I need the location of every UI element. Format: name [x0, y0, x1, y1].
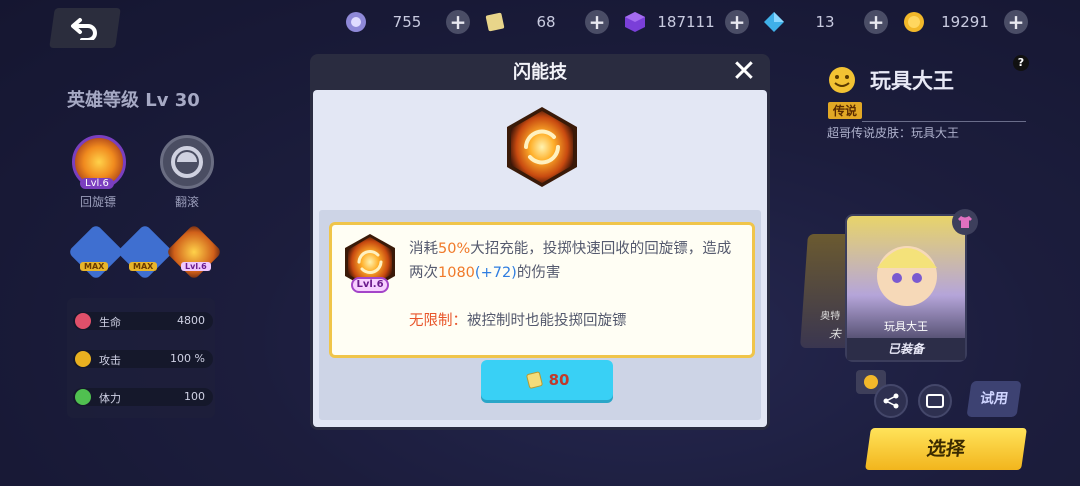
screen-icon: [926, 394, 944, 408]
fullscreen-button[interactable]: [918, 384, 952, 418]
add-cube-button[interactable]: +: [725, 10, 749, 34]
add-ticket-button[interactable]: +: [585, 10, 609, 34]
shirt-icon[interactable]: [952, 209, 978, 235]
level-tag: Lvl.6: [181, 262, 211, 271]
select-button[interactable]: 选择: [865, 428, 1027, 470]
skill-level-badge: Lvl.6: [351, 277, 389, 293]
hero-level: 英雄等级 Lv 30: [67, 90, 200, 111]
resource-value: 13: [815, 13, 835, 31]
dialog-body: Lvl.6 消耗50%大招充能，投掷快速回收的回旋镖，造成两次1080(+72)…: [313, 90, 767, 427]
smiley-emblem-icon: [829, 67, 855, 93]
try-button[interactable]: 试用: [966, 381, 1022, 417]
resource-value: 19291: [941, 13, 989, 31]
ticket-card-icon: [526, 371, 543, 389]
resource-value: 187111: [657, 13, 715, 31]
energy-orb-icon: [344, 10, 368, 34]
unlimited-note: 无限制：被控制时也能投掷回旋镖: [409, 313, 627, 329]
lightning-icon: [75, 389, 91, 405]
resource-value: 755: [392, 13, 422, 31]
stat-row-attack: 攻击 100 %: [73, 350, 213, 368]
equipped-label: 已装备: [847, 338, 965, 360]
attack-burst-icon: [75, 351, 91, 367]
boomerang-skill-icon: [507, 107, 577, 187]
gold-coin-icon: [902, 10, 926, 34]
skill-description: 消耗50%大招充能，投掷快速回收的回旋镖，造成两次1080(+72)的伤害: [409, 241, 732, 281]
resource-coin: 19291 +: [902, 8, 1028, 36]
stat-row-stamina: 体力 100: [73, 388, 213, 406]
share-icon: [883, 393, 899, 409]
skill-level-badge: Lvl.6: [80, 178, 114, 189]
back-button[interactable]: [49, 8, 121, 48]
help-button[interactable]: ?: [1013, 55, 1029, 71]
max-tag: MAX: [80, 262, 109, 271]
upgrade-cost-value: 80: [548, 371, 570, 389]
stats-panel: 生命 4800 攻击 100 % 体力 100: [67, 298, 215, 418]
ticket-card-icon: [483, 10, 507, 34]
dialog-title: 闪能技: [513, 62, 567, 83]
skin-description: 超哥传说皮肤：玩具大王: [827, 126, 960, 140]
back-arrow-icon: [71, 18, 97, 40]
resource-value: 68: [536, 13, 556, 31]
blue-diamond-icon: [762, 10, 786, 34]
skill-roll-icon[interactable]: [160, 135, 214, 189]
divider: [862, 121, 1026, 122]
heart-icon: [75, 313, 91, 329]
skin-card-selected[interactable]: 玩具大王 已装备: [845, 214, 967, 362]
add-coin-button[interactable]: +: [1004, 10, 1028, 34]
resource-ticket: 68 +: [483, 8, 609, 36]
add-energy-button[interactable]: +: [446, 10, 470, 34]
skill-description-box: Lvl.6 消耗50%大招充能，投掷快速回收的回旋镖，造成两次1080(+72)…: [329, 222, 755, 358]
resource-cube: 187111 +: [623, 8, 749, 36]
skin-name: 玩具大王: [870, 69, 954, 93]
resource-diamond: 13 +: [762, 8, 888, 36]
skill-boomerang-label: 回旋镖: [79, 195, 116, 209]
resource-energy: 755 +: [344, 8, 470, 36]
hero-portrait-icon: [877, 246, 937, 306]
skill-roll-label: 翻滚: [174, 195, 199, 209]
skill-detail-panel: Lvl.6 消耗50%大招充能，投掷快速回收的回旋镖，造成两次1080(+72)…: [319, 210, 761, 420]
stat-row-health: 生命 4800: [73, 312, 213, 330]
upgrade-cost-button[interactable]: 80: [481, 360, 613, 400]
share-button[interactable]: [874, 384, 908, 418]
legend-rarity-tag: 传说: [828, 102, 863, 119]
add-diamond-button[interactable]: +: [864, 10, 888, 34]
close-button[interactable]: ✕: [730, 57, 758, 87]
skill-dialog: 闪能技 ✕ Lvl.6 消耗50%大招充能，投掷快速回收的回旋镖，造成两次108…: [310, 54, 770, 430]
purple-cube-icon: [623, 10, 647, 34]
max-tag: MAX: [129, 262, 158, 271]
